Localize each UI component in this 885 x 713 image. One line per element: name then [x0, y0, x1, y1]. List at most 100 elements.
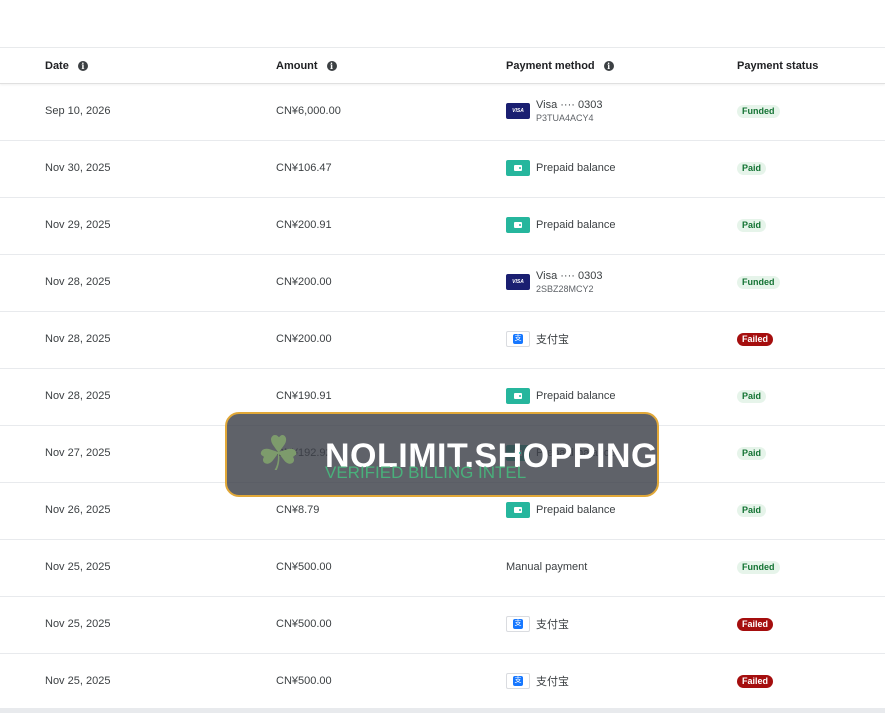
- date-cell: Nov 30, 2025: [45, 162, 111, 174]
- payment-method-name: Visa ···· 0303: [536, 270, 603, 282]
- date-cell: Nov 27, 2025: [45, 447, 111, 459]
- status-badge: Funded: [737, 104, 780, 118]
- payment-method-name: Prepaid balance: [536, 504, 616, 516]
- amount-cell: CN¥200.00: [276, 333, 332, 345]
- payment-method-cell: VISA Visa ···· 0303 P3TUA4ACY4: [506, 83, 602, 139]
- payment-reference: P3TUA4ACY4: [536, 113, 594, 123]
- payment-method-text: Visa ···· 0303 2SBZ28MCY2: [536, 270, 602, 294]
- info-icon[interactable]: i: [603, 60, 614, 71]
- payment-status-cell: Failed: [737, 596, 774, 652]
- payment-method-cell: 支付宝: [506, 311, 569, 367]
- payment-method-text: Visa ···· 0303 P3TUA4ACY4: [536, 99, 602, 123]
- watermark-banner: ☘ NOLIMIT.SHOPPING VERIFIED BILLING INTE…: [225, 412, 659, 497]
- wallet-icon: [506, 388, 530, 404]
- payment-method-name: 支付宝: [536, 619, 569, 631]
- payment-status-cell: Funded: [737, 254, 780, 310]
- amount-cell: CN¥500.00: [276, 561, 332, 573]
- payment-reference: 2SBZ28MCY2: [536, 284, 594, 294]
- info-icon[interactable]: i: [77, 60, 88, 71]
- payment-status-cell: Paid: [737, 482, 767, 538]
- wallet-icon: [506, 217, 530, 233]
- payment-method-text: 支付宝: [536, 673, 569, 689]
- status-badge: Funded: [737, 560, 780, 574]
- status-badge: Failed: [737, 617, 774, 631]
- table-row[interactable]: Nov 25, 2025 CN¥500.00 Manual payment Funde…: [0, 539, 885, 597]
- date-cell: Nov 29, 2025: [45, 219, 111, 231]
- visa-icon-text: VISA: [512, 279, 524, 285]
- wallet-icon: [506, 160, 530, 176]
- payment-method-text: Prepaid balance: [536, 390, 616, 402]
- top-bar: [0, 0, 885, 48]
- payment-method-cell: Prepaid balance: [506, 197, 616, 253]
- amount-cell: CN¥200.91: [276, 219, 332, 231]
- table-row[interactable]: Nov 25, 2025 CN¥500.00 支付宝 Failed: [0, 596, 885, 654]
- table-row[interactable]: Sep 10, 2026 CN¥6,000.00 VISA Visa ···· 030…: [0, 83, 885, 141]
- payment-method-cell: Prepaid balance: [506, 140, 616, 196]
- table-row[interactable]: Nov 28, 2025 CN¥200.00 支付宝 Failed: [0, 311, 885, 369]
- table-row[interactable]: Nov 25, 2025 CN¥500.00 支付宝 Failed: [0, 653, 885, 711]
- date-cell: Nov 25, 2025: [45, 675, 111, 687]
- status-badge: Paid: [737, 389, 767, 403]
- amount-cell: CN¥500.00: [276, 675, 332, 687]
- payment-status-cell: Failed: [737, 653, 774, 709]
- status-badge: Funded: [737, 275, 780, 289]
- column-header-payment-method-label: Payment method: [506, 59, 595, 72]
- watermark-subtitle: VERIFIED BILLING INTEL: [325, 463, 527, 482]
- table-row[interactable]: Nov 29, 2025 CN¥200.91 Prepaid balance Paid: [0, 197, 885, 255]
- date-cell: Nov 28, 2025: [45, 390, 111, 402]
- table-footer-divider: [0, 708, 885, 713]
- column-header-date[interactable]: Date i: [45, 48, 88, 83]
- payment-method-cell: 支付宝: [506, 596, 569, 652]
- clover-icon: ☘: [257, 426, 301, 482]
- alipay-icon: [506, 616, 530, 632]
- amount-cell: CN¥200.00: [276, 276, 332, 288]
- date-cell: Nov 25, 2025: [45, 618, 111, 630]
- payment-status-cell: Paid: [737, 140, 767, 196]
- info-icon[interactable]: i: [326, 60, 337, 71]
- table-header: Date i Amount i Payment method i Payment…: [0, 48, 885, 84]
- column-header-payment-status-label: Payment status: [737, 59, 819, 72]
- payment-method-cell: Manual payment: [506, 539, 587, 595]
- payment-status-cell: Paid: [737, 197, 767, 253]
- payment-method-text: 支付宝: [536, 331, 569, 347]
- alipay-icon: [506, 673, 530, 689]
- amount-cell: CN¥106.47: [276, 162, 332, 174]
- payment-method-name: Manual payment: [506, 561, 588, 573]
- payment-method-text: Prepaid balance: [536, 162, 616, 174]
- column-header-payment-method[interactable]: Payment method i: [506, 48, 614, 83]
- date-cell: Nov 28, 2025: [45, 276, 111, 288]
- date-cell: Sep 10, 2026: [45, 105, 111, 117]
- amount-cell: CN¥6,000.00: [276, 105, 341, 117]
- payment-status-cell: Failed: [737, 311, 774, 367]
- payment-method-cell: VISA Visa ···· 0303 2SBZ28MCY2: [506, 254, 602, 310]
- table-row[interactable]: Nov 28, 2025 CN¥200.00 VISA Visa ···· 0303 2…: [0, 254, 885, 312]
- date-cell: Nov 26, 2025: [45, 504, 111, 516]
- table-row[interactable]: Nov 30, 2025 CN¥106.47 Prepaid balance Paid: [0, 140, 885, 198]
- payment-status-cell: Funded: [737, 83, 780, 139]
- status-badge: Failed: [737, 674, 774, 688]
- visa-card-icon: VISA: [506, 274, 530, 290]
- status-badge: Paid: [737, 503, 767, 517]
- date-cell: Nov 25, 2025: [45, 561, 111, 573]
- payment-method-text: Prepaid balance: [536, 504, 616, 516]
- status-badge: Failed: [737, 332, 774, 346]
- wallet-icon: [506, 502, 530, 518]
- status-badge: Paid: [737, 218, 767, 232]
- alipay-icon: [506, 331, 530, 347]
- status-badge: Paid: [737, 446, 767, 460]
- payment-method-name: Prepaid balance: [536, 162, 616, 174]
- payment-status-cell: Paid: [737, 425, 767, 481]
- payment-method-text: Manual payment: [506, 561, 587, 573]
- payment-method-name: Visa ···· 0303: [536, 99, 603, 111]
- column-header-amount-label: Amount: [276, 59, 318, 72]
- payment-status-cell: Funded: [737, 539, 780, 595]
- visa-card-icon: VISA: [506, 103, 530, 119]
- status-badge: Paid: [737, 161, 767, 175]
- column-header-amount[interactable]: Amount i: [276, 48, 337, 83]
- column-header-date-label: Date: [45, 59, 69, 72]
- payment-method-text: 支付宝: [536, 616, 569, 632]
- payment-method-cell: 支付宝: [506, 653, 569, 709]
- amount-cell: CN¥500.00: [276, 618, 332, 630]
- payment-method-text: Prepaid balance: [536, 219, 616, 231]
- column-header-payment-status[interactable]: Payment status: [737, 48, 818, 83]
